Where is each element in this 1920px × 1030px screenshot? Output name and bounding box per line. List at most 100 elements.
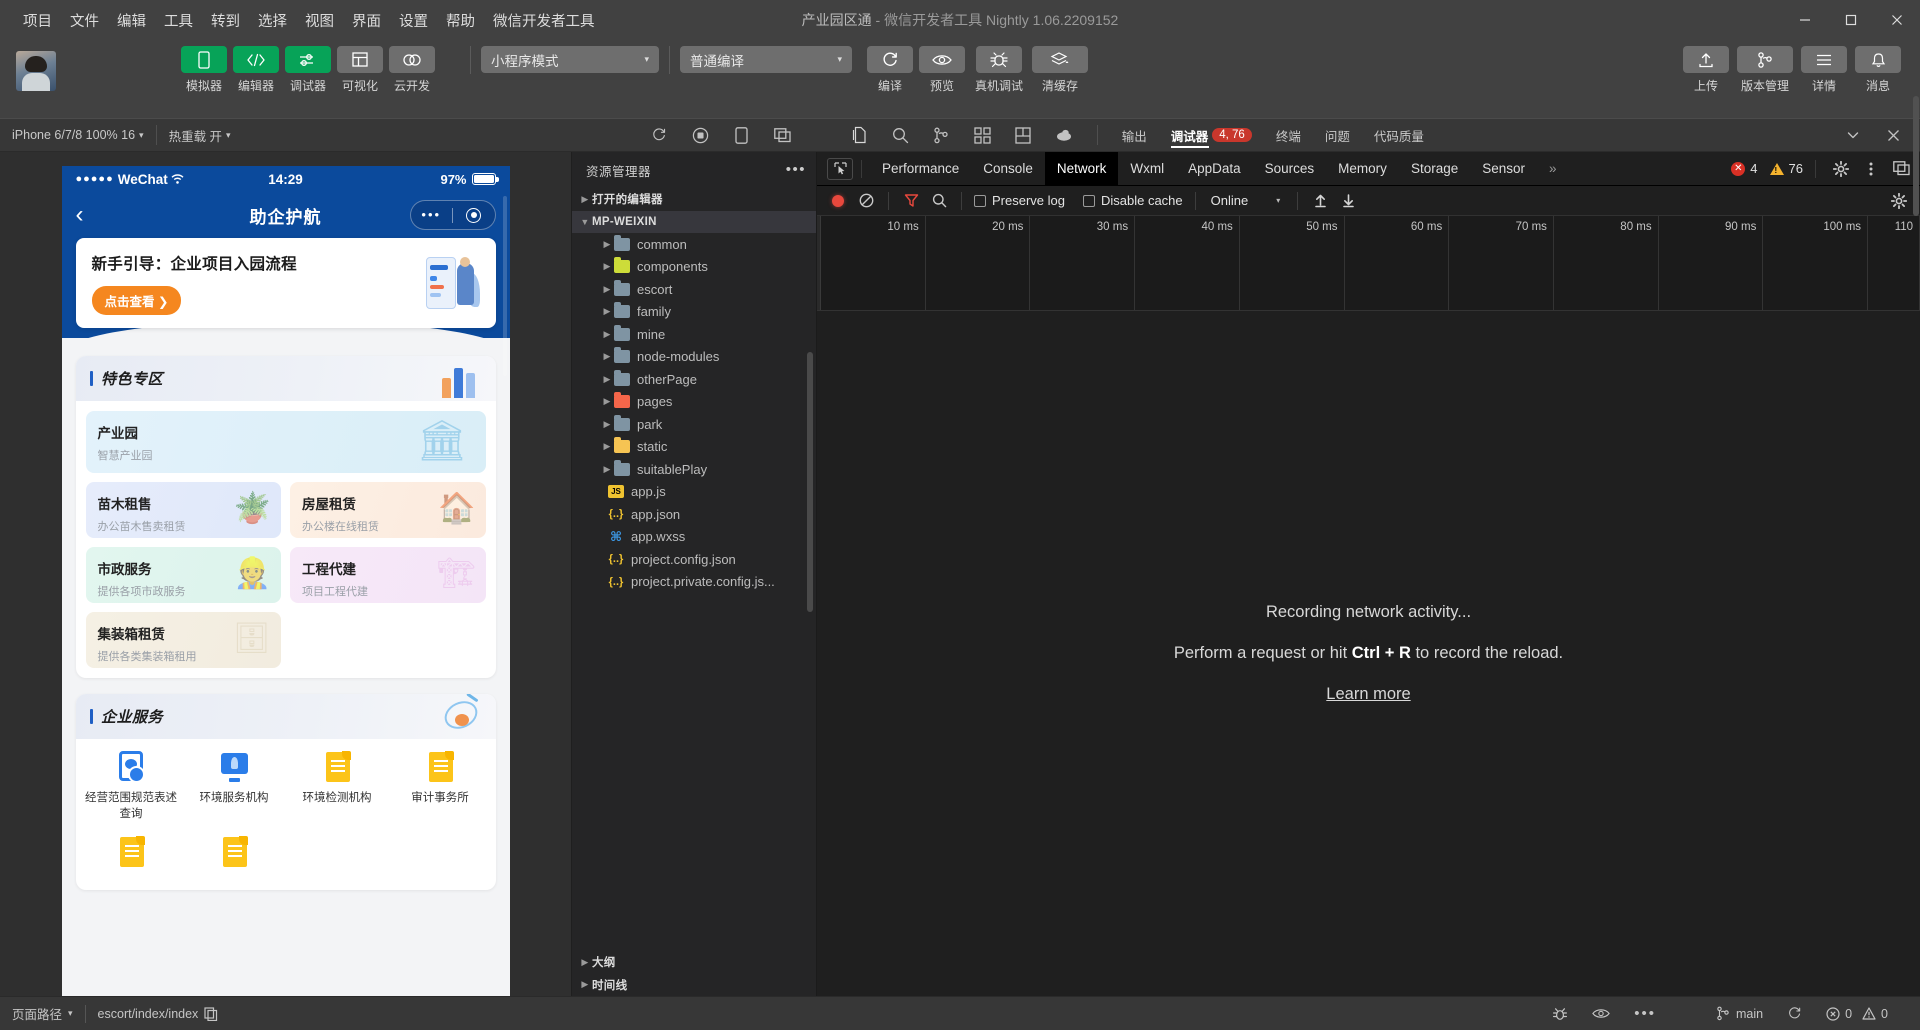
tree-item-suitableplay[interactable]: suitablePlay xyxy=(572,458,816,481)
service-item-business-scope[interactable]: 经营范围规范表述查询 xyxy=(80,751,183,822)
refresh-simulator-icon[interactable] xyxy=(639,118,680,152)
tile-industrial-park[interactable]: 产业园 智慧产业园 🏛 xyxy=(85,411,486,473)
tree-item-components[interactable]: components xyxy=(572,256,816,279)
tree-root-mp-weixin[interactable]: MP-WEIXIN xyxy=(572,210,816,233)
more-vertical-icon[interactable] xyxy=(1858,156,1884,182)
service-item-6[interactable] xyxy=(183,836,286,876)
tree-item-project-private-config[interactable]: {..} project.private.config.js... xyxy=(572,571,816,594)
menu-item-file[interactable]: 文件 xyxy=(61,6,108,35)
tree-item-family[interactable]: family xyxy=(572,301,816,324)
debugger-toggle-button[interactable]: 调试器 xyxy=(284,46,332,94)
minimize-button[interactable] xyxy=(1782,0,1828,40)
hero-card[interactable]: 新手引导：企业项目入园流程 点击查看 ❯ xyxy=(75,238,496,328)
cloud-toggle-button[interactable]: 云开发 xyxy=(388,46,436,94)
dock-icon[interactable] xyxy=(1888,156,1914,182)
tree-item-app-json[interactable]: {..} app.json xyxy=(572,503,816,526)
git-branch-status[interactable]: main xyxy=(1704,997,1775,1030)
extensions-icon[interactable] xyxy=(962,118,1003,152)
panel-collapse-icon[interactable] xyxy=(1832,118,1873,152)
tree-item-park[interactable]: park xyxy=(572,413,816,436)
tree-item-common[interactable]: common xyxy=(572,233,816,256)
tile-nursery-rental[interactable]: 苗木租售 办公苗木售卖租赁 🪴 xyxy=(85,482,281,538)
docker-icon[interactable] xyxy=(1044,118,1085,152)
bug-report-button[interactable] xyxy=(1540,997,1580,1030)
status-more-button[interactable]: ••• xyxy=(1622,997,1668,1030)
hero-cta-button[interactable]: 点击查看 ❯ xyxy=(91,286,182,315)
sync-status[interactable] xyxy=(1775,997,1814,1030)
window-scrollbar[interactable] xyxy=(1912,0,1920,1030)
menu-item-view[interactable]: 视图 xyxy=(296,6,343,35)
simulator-scrollbar[interactable] xyxy=(502,196,507,376)
layout-panel-icon[interactable] xyxy=(1003,118,1044,152)
tree-item-project-config[interactable]: {..} project.config.json xyxy=(572,548,816,571)
menu-item-devtools[interactable]: 微信开发者工具 xyxy=(484,6,604,35)
tab-sources[interactable]: Sources xyxy=(1253,152,1327,186)
capsule-close-icon[interactable] xyxy=(453,207,495,223)
menu-item-help[interactable]: 帮助 xyxy=(437,6,484,35)
panel-tab-code-quality[interactable]: 代码质量 xyxy=(1362,119,1436,151)
disable-cache-checkbox[interactable]: Disable cache xyxy=(1080,193,1186,208)
search-icon[interactable] xyxy=(880,118,921,152)
network-settings-gear-icon[interactable] xyxy=(1886,188,1912,214)
user-avatar[interactable] xyxy=(16,51,56,91)
tree-section-outline[interactable]: 大纲 xyxy=(572,951,816,974)
gear-icon[interactable] xyxy=(1828,156,1854,182)
phone-scroll-area[interactable]: 特色专区 产业园 智慧产业园 🏛 苗木租售 办公苗木售卖租赁 🪴 房屋租赁 办公… xyxy=(61,338,510,996)
learn-more-link[interactable]: Learn more xyxy=(1326,685,1410,704)
editor-toggle-button[interactable]: 编辑器 xyxy=(232,46,280,94)
more-icon[interactable]: ••• xyxy=(786,162,806,177)
search-icon-network[interactable] xyxy=(926,188,952,214)
tree-item-mine[interactable]: mine xyxy=(572,323,816,346)
close-button[interactable] xyxy=(1874,0,1920,40)
tree-item-otherpage[interactable]: otherPage xyxy=(572,368,816,391)
tree-item-app-js[interactable]: JS app.js xyxy=(572,481,816,504)
wechat-capsule[interactable]: ••• xyxy=(409,200,496,230)
preserve-log-checkbox[interactable]: Preserve log xyxy=(971,193,1068,208)
filter-icon[interactable] xyxy=(898,188,924,214)
problems-status[interactable]: 0 0 xyxy=(1814,997,1900,1030)
visual-toggle-button[interactable]: 可视化 xyxy=(336,46,384,94)
menu-item-interface[interactable]: 界面 xyxy=(343,6,390,35)
preview-eye-button[interactable] xyxy=(1580,997,1622,1030)
tile-engineering-agency[interactable]: 工程代建 项目工程代建 🏗 xyxy=(290,547,486,603)
tab-storage[interactable]: Storage xyxy=(1399,152,1470,186)
page-path-selector[interactable]: 页面路径 ▾ xyxy=(0,997,85,1030)
explorer-tree[interactable]: 打开的编辑器 MP-WEIXIN common components xyxy=(572,188,816,951)
clear-icon[interactable] xyxy=(853,188,879,214)
rotate-device-icon[interactable] xyxy=(721,118,762,152)
hotreload-selector[interactable]: 热重载 开 ▾ xyxy=(157,119,243,151)
compile-select[interactable]: 普通编译 ▾ xyxy=(680,46,852,73)
tree-item-pages[interactable]: pages xyxy=(572,391,816,414)
copy-icon[interactable] xyxy=(204,1006,218,1021)
tab-appdata[interactable]: AppData xyxy=(1176,152,1253,186)
compile-button[interactable]: 编译 xyxy=(866,46,914,94)
service-item-audit-firm[interactable]: 审计事务所 xyxy=(389,751,492,822)
error-count-chip[interactable]: ✕ 4 xyxy=(1731,161,1758,176)
import-har-icon[interactable] xyxy=(1307,188,1333,214)
separate-window-icon[interactable] xyxy=(762,118,803,152)
preview-button[interactable]: 预览 xyxy=(918,46,966,94)
service-item-env-testing-org[interactable]: 环境检测机构 xyxy=(286,751,389,822)
tree-item-static[interactable]: static xyxy=(572,436,816,459)
device-selector[interactable]: iPhone 6/7/8 100% 16 ▾ xyxy=(0,119,156,151)
details-button[interactable]: 详情 xyxy=(1800,46,1848,94)
service-item-5[interactable] xyxy=(80,836,183,876)
tree-item-node-modules[interactable]: node-modules xyxy=(572,346,816,369)
record-screen-icon[interactable] xyxy=(680,118,721,152)
current-page-path[interactable]: escort/index/index xyxy=(86,997,231,1030)
mode-select[interactable]: 小程序模式 ▾ xyxy=(481,46,659,73)
messages-button[interactable]: 消息 xyxy=(1854,46,1902,94)
maximize-button[interactable] xyxy=(1828,0,1874,40)
tile-municipal-services[interactable]: 市政服务 提供各项市政服务 👷 xyxy=(85,547,281,603)
tab-memory[interactable]: Memory xyxy=(1326,152,1399,186)
panel-tab-output[interactable]: 输出 xyxy=(1110,119,1159,151)
menu-item-tools[interactable]: 工具 xyxy=(155,6,202,35)
version-control-button[interactable]: 版本管理 xyxy=(1736,46,1794,94)
panel-tab-terminal[interactable]: 终端 xyxy=(1264,119,1313,151)
tree-item-app-wxss[interactable]: ⌘ app.wxss xyxy=(572,526,816,549)
tile-container-rental[interactable]: 集装箱租赁 提供各类集装箱租用 🗄 xyxy=(85,612,281,668)
export-har-icon[interactable] xyxy=(1335,188,1361,214)
panel-close-icon[interactable] xyxy=(1873,118,1914,152)
tree-section-timeline[interactable]: 时间线 xyxy=(572,974,816,997)
real-device-debug-button[interactable]: 真机调试 xyxy=(970,46,1028,94)
